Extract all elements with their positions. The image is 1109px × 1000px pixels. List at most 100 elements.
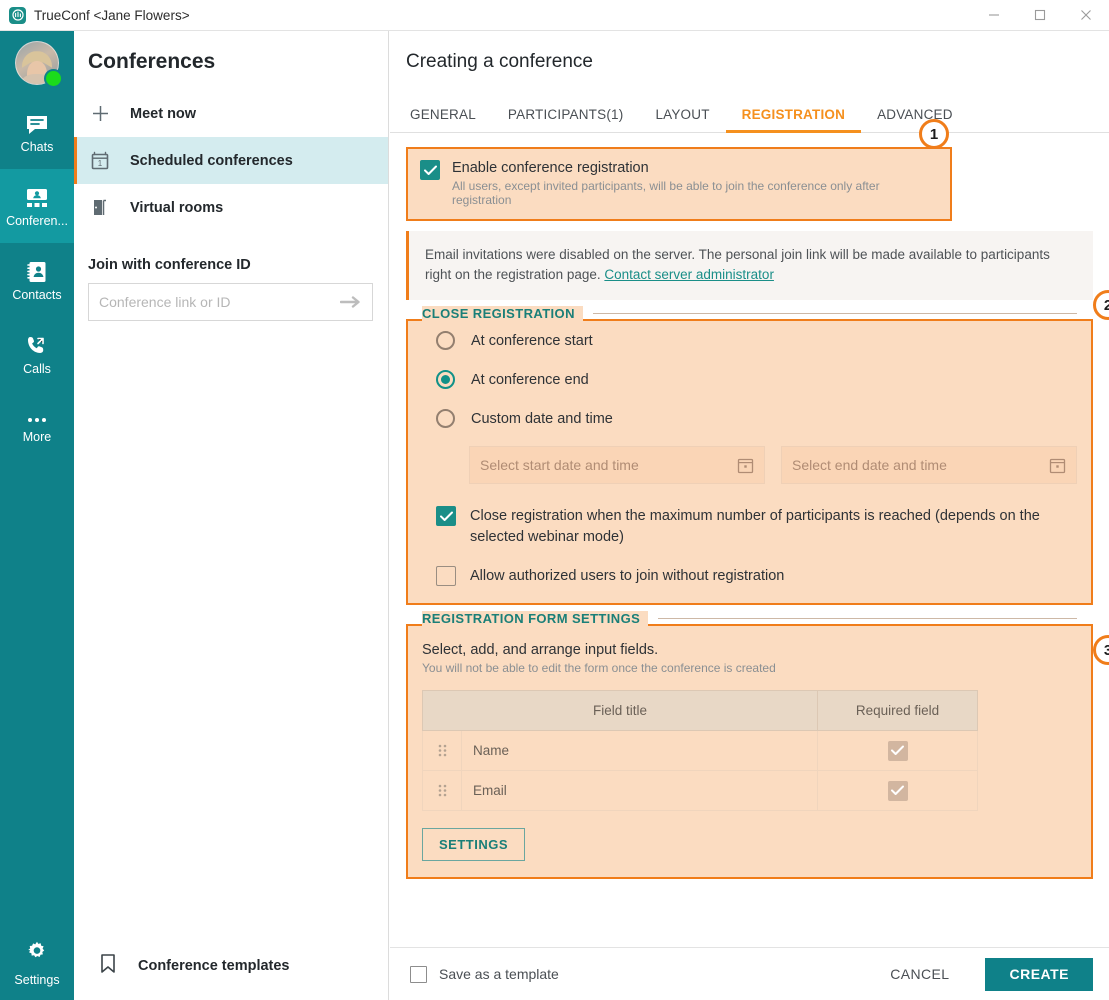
conferences-panel: Conferences Meet now 1 Scheduled confere… (74, 31, 389, 1000)
allow-authorized-without-registration-checkbox[interactable] (436, 566, 456, 587)
list-item-virtual-rooms[interactable]: Virtual rooms (74, 184, 388, 231)
tab-registration[interactable]: REGISTRATION (725, 107, 862, 133)
radio-at-conference-start[interactable]: At conference start (436, 321, 1077, 360)
start-date-field[interactable]: Select start date and time (469, 446, 765, 485)
close-button[interactable] (1063, 0, 1109, 31)
radio-button[interactable] (436, 409, 455, 429)
list-item-scheduled-conferences[interactable]: 1 Scheduled conferences (74, 137, 388, 184)
page-title: Creating a conference (406, 51, 593, 72)
registration-panel: 1 Enable conference registration All use… (390, 119, 1109, 880)
allow-authorized-without-registration-row[interactable]: Allow authorized users to join without r… (436, 566, 1077, 587)
join-section-label: Join with conference ID (88, 257, 251, 273)
enable-registration-description: All users, except invited participants, … (452, 179, 880, 207)
field-title-cell: Email (422, 770, 818, 812)
rail-item-contacts[interactable]: Contacts (0, 243, 74, 317)
legend-divider (592, 312, 1077, 314)
list-item-meet-now[interactable]: Meet now (74, 90, 388, 137)
form-settings-subheading: You will not be able to edit the form on… (422, 661, 776, 676)
end-date-field[interactable]: Select end date and time (781, 446, 1077, 485)
email-invitations-notice: Email invitations were disabled on the s… (406, 231, 1093, 301)
list-item-label: Scheduled conferences (130, 152, 293, 169)
rail-item-conferences[interactable]: Conferen... (0, 169, 74, 243)
dialog-footer: Save as a template CANCEL CREATE (390, 947, 1109, 1000)
door-icon (88, 197, 112, 218)
join-conference-field[interactable] (88, 283, 373, 321)
avatar[interactable] (0, 31, 74, 95)
rail-item-label: Conferen... (6, 213, 68, 228)
field-name: Name (461, 731, 817, 771)
enable-registration-box[interactable]: Enable conference registration All users… (406, 147, 952, 221)
window-controls (971, 0, 1109, 31)
conference-icon (24, 185, 50, 211)
tab-layout[interactable]: LAYOUT (639, 107, 725, 132)
drag-handle-icon[interactable] (423, 743, 461, 758)
more-icon (24, 413, 50, 427)
tab-general[interactable]: GENERAL (406, 107, 492, 132)
table-row[interactable]: Name (422, 730, 978, 772)
save-as-template-checkbox[interactable] (410, 965, 427, 983)
cancel-button[interactable]: CANCEL (876, 956, 963, 992)
navigation-rail: Chats Conferen... Contacts Calls More Se… (0, 31, 74, 1000)
arrow-right-icon[interactable] (340, 295, 362, 309)
maximize-button[interactable] (1017, 0, 1063, 31)
list-item-conference-templates[interactable]: Conference templates (74, 932, 389, 1000)
rail-item-label: More (22, 429, 52, 444)
create-button[interactable]: CREATE (985, 957, 1093, 991)
tab-bar: GENERAL PARTICIPANTS(1) LAYOUT REGISTRAT… (390, 96, 1109, 133)
calendar-icon[interactable] (737, 457, 754, 474)
join-conference-input[interactable] (99, 294, 340, 310)
radio-at-conference-end[interactable]: At conference end (436, 360, 1077, 399)
rail-item-label: Settings (14, 973, 60, 987)
rail-item-calls[interactable]: Calls (0, 317, 74, 391)
radio-button[interactable] (436, 370, 455, 390)
start-date-placeholder: Select start date and time (480, 457, 639, 474)
field-title-cell: Name (422, 730, 818, 772)
list-item-label: Virtual rooms (130, 199, 224, 216)
tab-advanced[interactable]: ADVANCED (861, 107, 969, 132)
plus-icon (88, 104, 112, 123)
rail-item-more[interactable]: More (0, 391, 74, 465)
drag-handle-icon[interactable] (423, 783, 461, 798)
svg-text:1: 1 (98, 159, 103, 168)
registration-form-settings-section: REGISTRATION FORM SETTINGS Select, add, … (406, 610, 1093, 880)
radio-button[interactable] (436, 331, 455, 351)
calendar-icon[interactable] (1049, 457, 1066, 474)
rail-item-settings[interactable]: Settings (0, 926, 74, 1000)
rail-item-label: Contacts (12, 287, 62, 302)
list-item-label: Conference templates (138, 958, 290, 974)
column-header-field-title: Field title (422, 690, 818, 732)
radio-label: Custom date and time (471, 410, 613, 427)
table-row[interactable]: Email (422, 770, 978, 812)
date-range-row: Select start date and time Select end da… (469, 446, 1077, 485)
close-on-max-participants-row[interactable]: Close registration when the maximum numb… (436, 506, 1077, 548)
trueconf-logo-icon (9, 6, 26, 24)
form-settings-button[interactable]: SETTINGS (422, 828, 526, 862)
bookmark-icon (100, 953, 116, 979)
radio-label: At conference start (471, 332, 593, 349)
enable-registration-checkbox[interactable] (420, 160, 440, 180)
chat-icon (24, 111, 50, 137)
required-field-cell (817, 770, 978, 812)
radio-custom-date-and-time[interactable]: Custom date and time (436, 399, 1077, 438)
checkbox-label: Allow authorized users to join without r… (470, 568, 785, 585)
close-registration-section: CLOSE REGISTRATION At conference start A… (406, 305, 1093, 606)
close-on-max-participants-checkbox[interactable] (436, 506, 456, 527)
checkbox-label: Close registration when the maximum numb… (470, 508, 1040, 546)
legend-divider (658, 617, 1077, 619)
callout-badge-2: 2 (1093, 290, 1109, 320)
list-item-label: Meet now (130, 105, 197, 122)
contact-server-administrator-link[interactable]: Contact server administrator (604, 267, 774, 282)
main-content: Creating a conference GENERAL PARTICIPAN… (390, 31, 1109, 1000)
panel-title: Conferences (88, 50, 216, 73)
form-settings-heading: Select, add, and arrange input fields. (422, 642, 659, 659)
tab-participants[interactable]: PARTICIPANTS(1) (492, 107, 640, 132)
registration-fields-table: Field title Required field Name Email (422, 690, 978, 812)
rail-item-label: Chats (20, 139, 54, 154)
contacts-icon (24, 259, 50, 285)
end-date-placeholder: Select end date and time (792, 457, 947, 474)
table-header-row: Field title Required field (422, 690, 978, 732)
rail-item-chats[interactable]: Chats (0, 95, 74, 169)
minimize-button[interactable] (971, 0, 1017, 31)
callout-badge-1: 1 (919, 119, 949, 149)
title-bar: TrueConf <Jane Flowers> (0, 0, 1109, 31)
